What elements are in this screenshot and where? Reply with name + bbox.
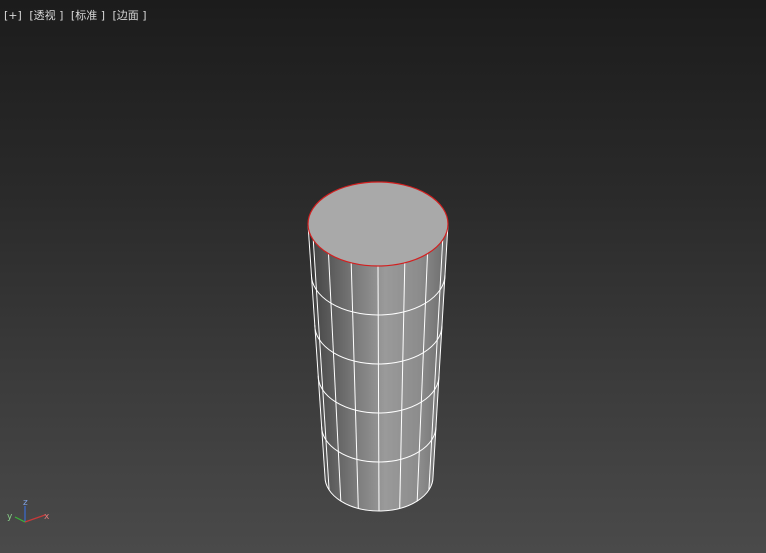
axis-x-label: x <box>44 512 50 522</box>
cylinder-object[interactable] <box>307 181 449 512</box>
axis-y-label: y <box>7 512 13 522</box>
3d-viewport[interactable]: [+] [透视 ] [标准 ] [边面 ] z x y <box>0 0 766 553</box>
axis-z-label: z <box>23 498 28 508</box>
viewport-scene: z x y <box>7 181 449 523</box>
axis-x-line <box>24 514 46 523</box>
cylinder-top-cap <box>307 181 449 267</box>
axis-gizmo: z x y <box>7 498 50 523</box>
axis-y-line <box>14 516 26 523</box>
